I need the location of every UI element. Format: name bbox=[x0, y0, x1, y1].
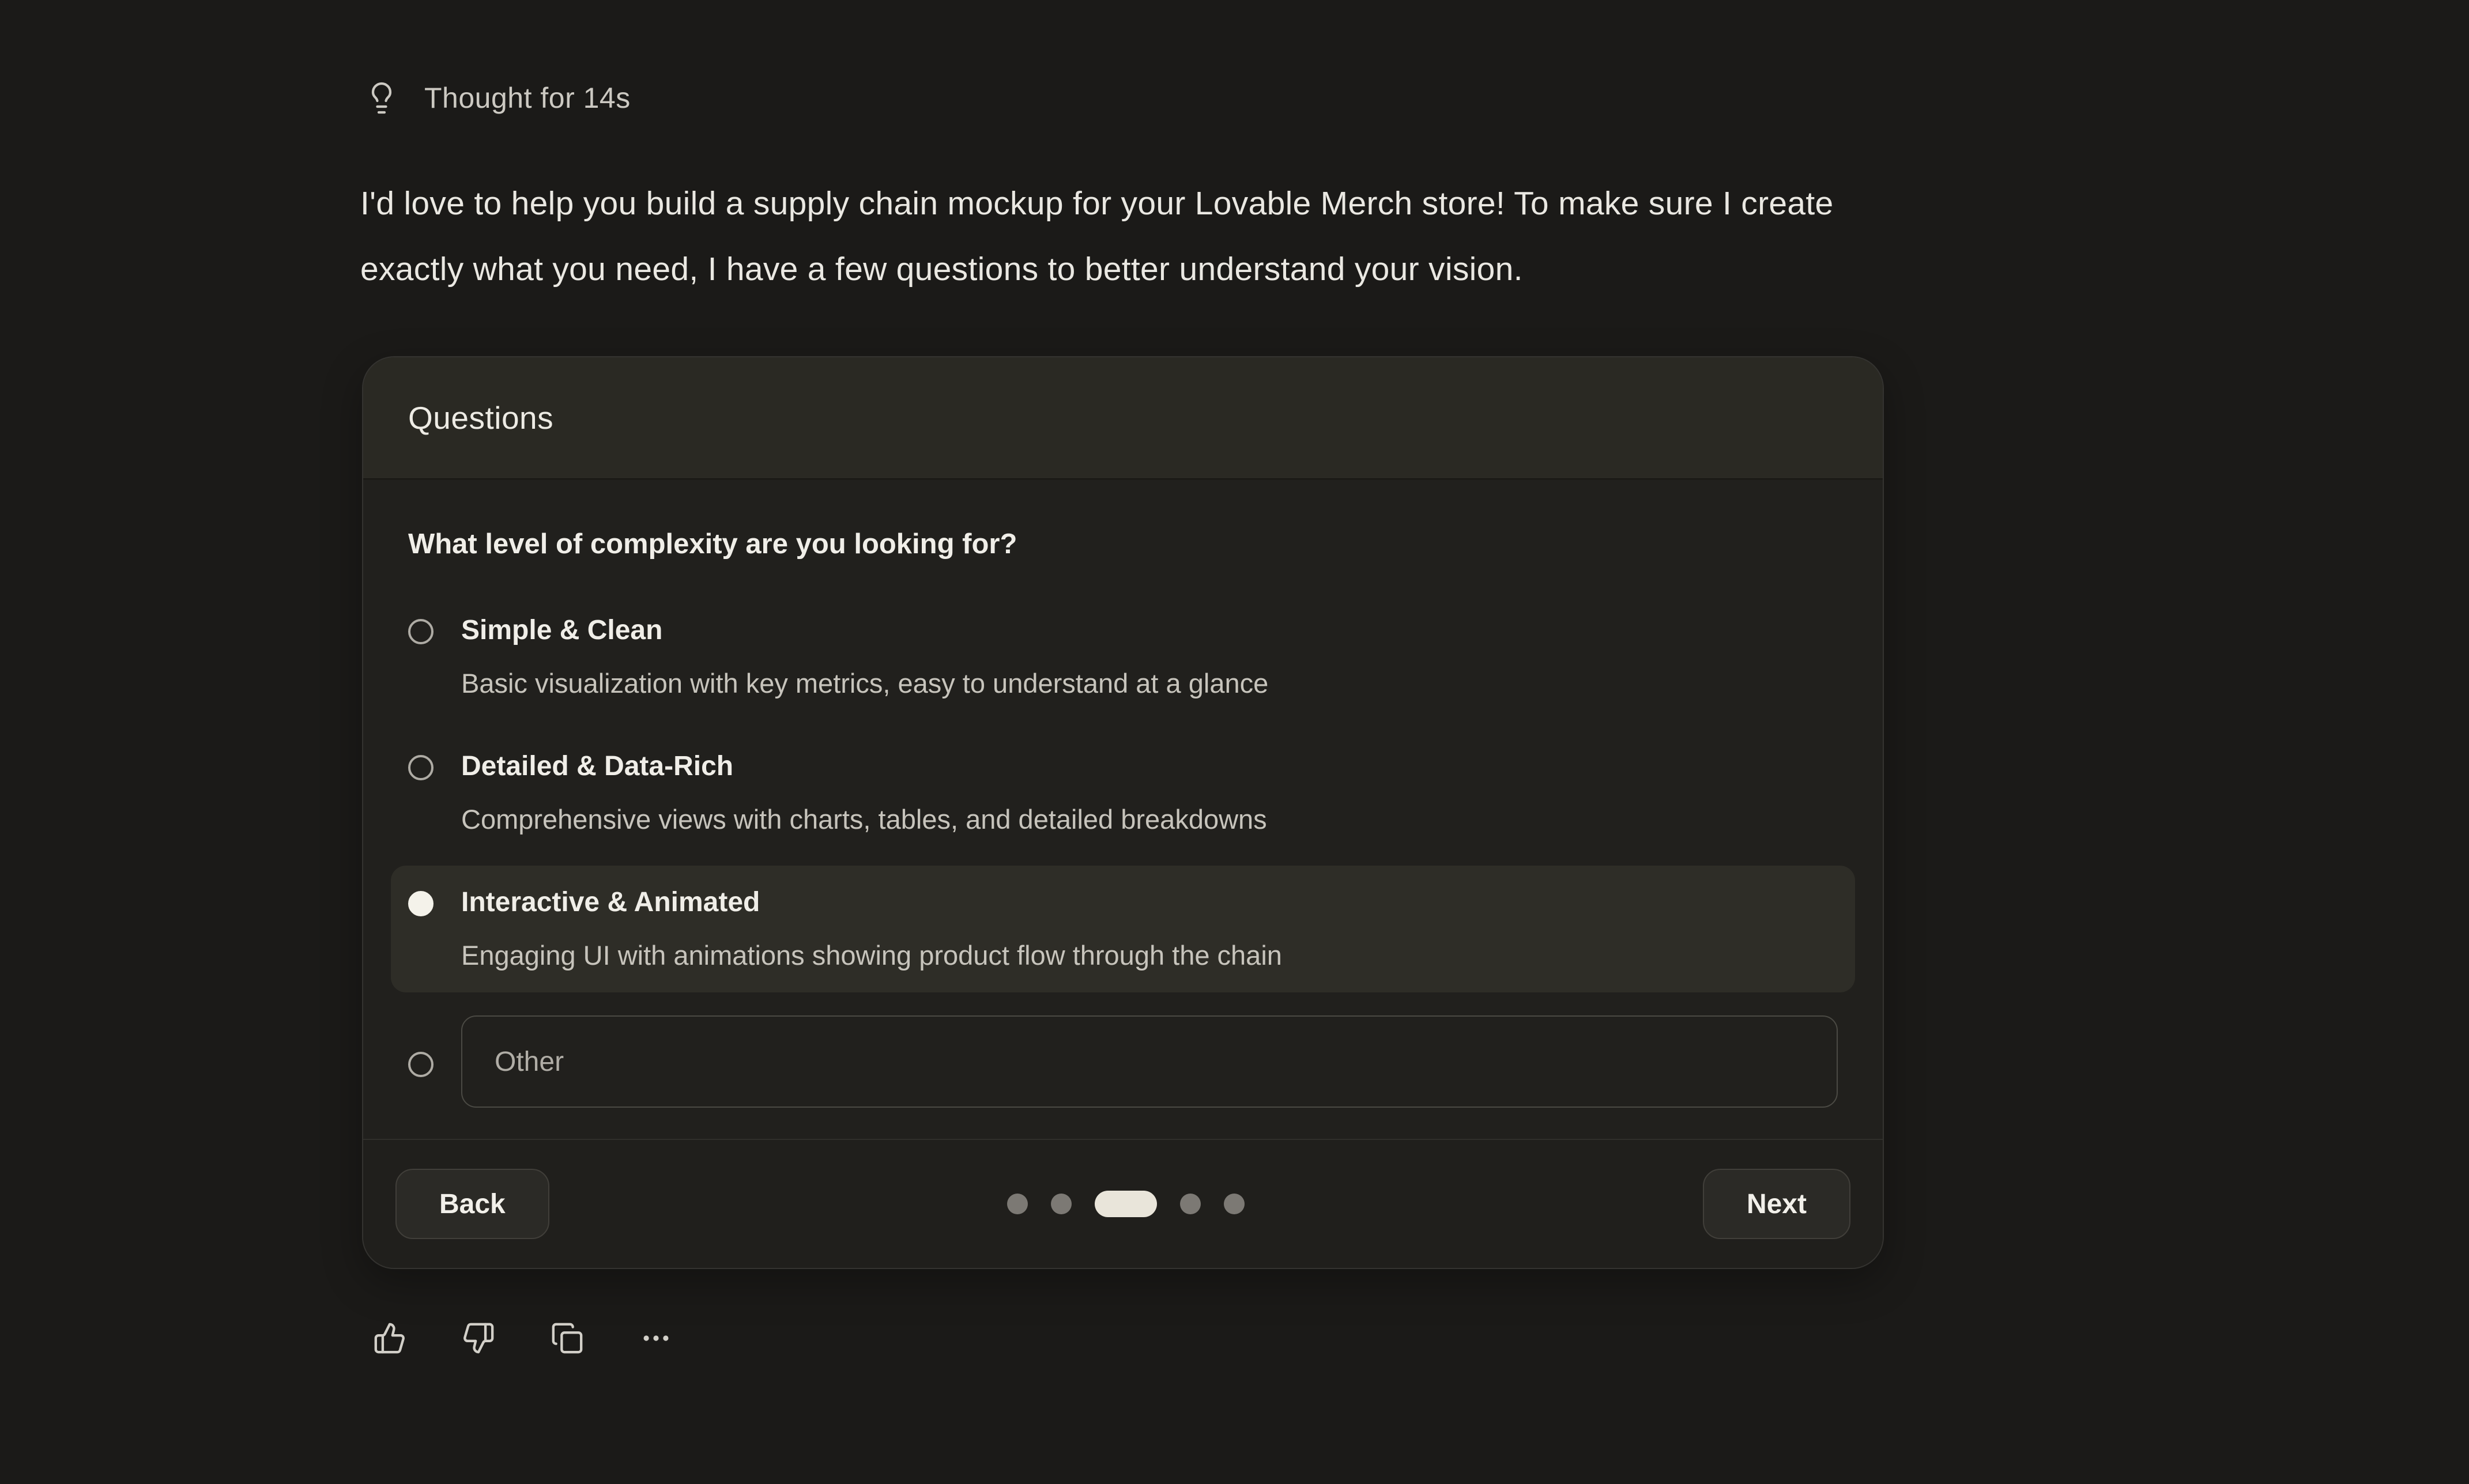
card-header: Questions bbox=[363, 357, 1883, 479]
ellipsis-icon bbox=[639, 1321, 673, 1355]
next-button[interactable]: Next bbox=[1703, 1169, 1850, 1239]
thumbs-up-button[interactable] bbox=[372, 1321, 407, 1355]
radio-checked-icon[interactable] bbox=[408, 891, 434, 916]
thumbs-up-icon bbox=[373, 1321, 406, 1355]
pagination-dot bbox=[1051, 1194, 1072, 1214]
pagination-dot bbox=[1224, 1194, 1245, 1214]
option-detailed-data-rich[interactable]: Detailed & Data-Rich Comprehensive views… bbox=[391, 730, 1855, 856]
other-input[interactable] bbox=[461, 1015, 1838, 1108]
pagination-dot-active bbox=[1095, 1191, 1157, 1217]
radio-unchecked-icon[interactable] bbox=[408, 1052, 434, 1077]
message-line: I'd love to help you build a supply chai… bbox=[360, 171, 2251, 236]
radio-unchecked-icon[interactable] bbox=[408, 755, 434, 780]
thought-toggle[interactable]: Thought for 14s bbox=[364, 81, 631, 115]
pagination bbox=[1007, 1191, 1245, 1217]
pagination-dot bbox=[1007, 1194, 1028, 1214]
copy-icon bbox=[551, 1321, 584, 1355]
card-footer: Back Next bbox=[363, 1139, 1883, 1268]
message-line: exactly what you need, I have a few ques… bbox=[360, 236, 2251, 302]
option-description: Basic visualization with key metrics, ea… bbox=[461, 666, 1268, 701]
thumbs-down-button[interactable] bbox=[461, 1321, 496, 1355]
copy-button[interactable] bbox=[550, 1321, 585, 1355]
option-simple-clean[interactable]: Simple & Clean Basic visualization with … bbox=[391, 594, 1855, 720]
thumbs-down-icon bbox=[462, 1321, 495, 1355]
option-description: Comprehensive views with charts, tables,… bbox=[461, 802, 1267, 837]
option-title: Simple & Clean bbox=[461, 613, 1268, 648]
option-title: Interactive & Animated bbox=[461, 885, 1282, 920]
back-button[interactable]: Back bbox=[395, 1169, 549, 1239]
card-title: Questions bbox=[408, 399, 553, 436]
assistant-message: I'd love to help you build a supply chai… bbox=[360, 171, 2251, 302]
questions-card: Questions What level of complexity are y… bbox=[362, 356, 1884, 1269]
message-actions bbox=[372, 1321, 673, 1355]
lightbulb-icon bbox=[364, 81, 399, 115]
thought-label: Thought for 14s bbox=[424, 81, 631, 115]
radio-unchecked-icon[interactable] bbox=[408, 619, 434, 644]
option-other bbox=[408, 1015, 1838, 1108]
option-interactive-animated[interactable]: Interactive & Animated Engaging UI with … bbox=[391, 866, 1855, 992]
more-options-button[interactable] bbox=[639, 1321, 673, 1355]
card-body: What level of complexity are you looking… bbox=[363, 479, 1883, 1108]
question-text: What level of complexity are you looking… bbox=[408, 528, 1838, 560]
option-description: Engaging UI with animations showing prod… bbox=[461, 938, 1282, 973]
option-title: Detailed & Data-Rich bbox=[461, 749, 1267, 784]
pagination-dot bbox=[1180, 1194, 1201, 1214]
